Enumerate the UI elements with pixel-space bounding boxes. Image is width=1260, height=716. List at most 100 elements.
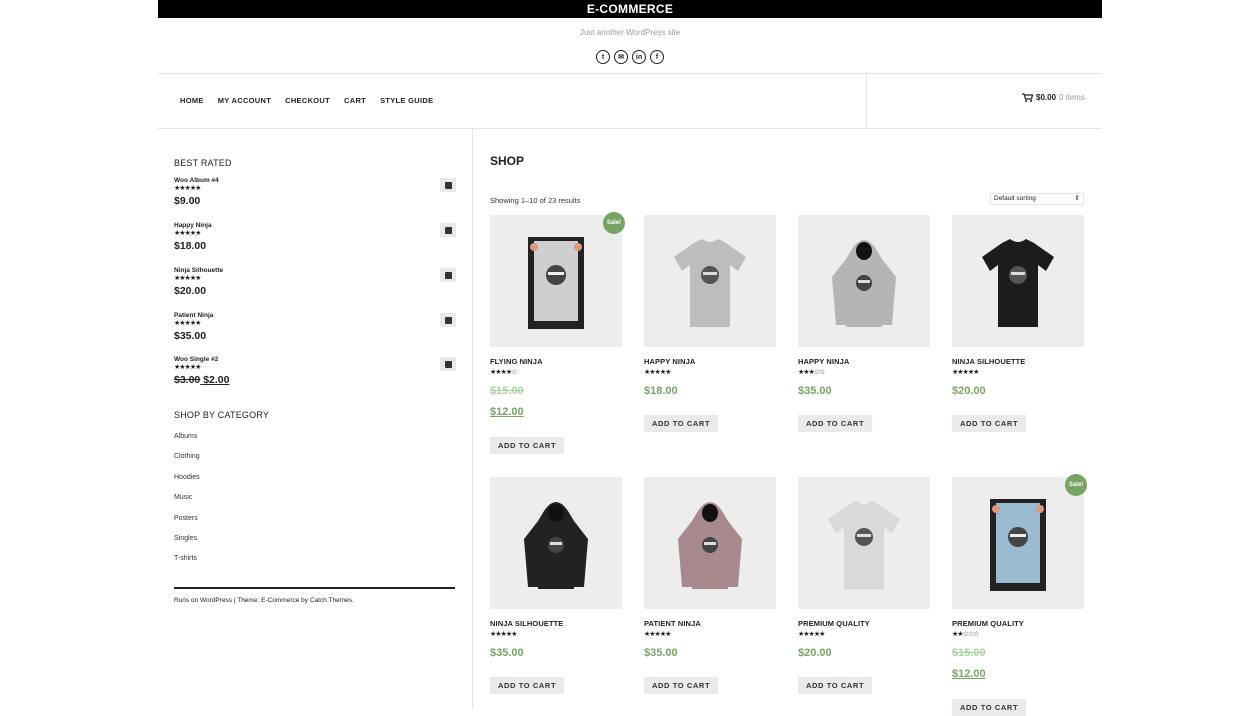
product-thumbnail[interactable]	[440, 223, 456, 237]
category-link[interactable]: Singles	[174, 535, 197, 542]
old-price: $15.00	[952, 647, 986, 659]
email-icon[interactable]: ✉	[614, 50, 628, 64]
product-image[interactable]	[952, 215, 1084, 347]
best-rated-item[interactable]: Ninja Silhouette ★★★★★ $20.00	[174, 267, 456, 307]
rating-stars: ★★★★★	[174, 320, 201, 327]
add-to-cart-button[interactable]: ADD TO CART	[798, 415, 873, 432]
shop-by-category-title: SHOP BY CATEGORY	[174, 410, 270, 420]
nav-item-cart[interactable]: CART	[344, 96, 366, 105]
best-rated-item[interactable]: Woo Single #2 ★★★★★ $3.00 $2.00	[174, 356, 456, 396]
sale-price: $2.00	[200, 374, 230, 386]
hoodie-image	[524, 502, 588, 589]
rating-stars: ★★★☆☆	[798, 369, 825, 376]
product-image[interactable]	[644, 215, 776, 347]
best-rated-price: $9.00	[174, 195, 201, 207]
product-name[interactable]: PREMIUM QUALITY	[952, 619, 1024, 628]
category-link[interactable]: Clothing	[174, 453, 200, 460]
tshirt-image	[674, 239, 746, 327]
best-rated-item[interactable]: Happy Ninja ★★★★★ $18.00	[174, 222, 456, 262]
site-title[interactable]: E-COMMERCE	[158, 0, 1102, 18]
main-nav: HOME MY ACCOUNT CHECKOUT CART STYLE GUID…	[180, 96, 433, 105]
product-image[interactable]	[490, 477, 622, 609]
sale-price: $12.00	[952, 668, 986, 680]
site-tagline: Just another WordPress site	[579, 28, 681, 37]
cart-icon	[1022, 93, 1033, 102]
product-name[interactable]: PREMIUM QUALITY	[798, 619, 870, 628]
add-to-cart-button[interactable]: ADD TO CART	[644, 677, 719, 694]
product-image[interactable]	[644, 477, 776, 609]
page: E-COMMERCE Just another WordPress site t…	[158, 0, 1102, 716]
product-name[interactable]: NINJA SILHOUETTE	[490, 619, 563, 628]
tshirt-image	[982, 239, 1054, 327]
best-rated-price: $35.00	[174, 330, 207, 342]
nav-item-home[interactable]: HOME	[180, 96, 204, 105]
product-name[interactable]: FLYING NINJA	[490, 357, 543, 366]
old-price: $15.00	[490, 385, 524, 397]
add-to-cart-button[interactable]: ADD TO CART	[798, 677, 873, 694]
best-rated-price: $3.00 $2.00	[174, 374, 229, 386]
add-to-cart-button[interactable]: ADD TO CART	[952, 415, 1027, 432]
category-link[interactable]: Music	[174, 494, 192, 501]
sorting-value: Default sorting	[994, 195, 1036, 202]
rating-stars: ★★★★★	[174, 275, 201, 282]
poster-image	[990, 499, 1046, 591]
best-rated-name[interactable]: Happy Ninja	[174, 222, 212, 229]
best-rated-name[interactable]: Woo Album #4	[174, 177, 219, 184]
product-thumbnail[interactable]	[440, 268, 456, 282]
nav-item-checkout[interactable]: CHECKOUT	[285, 96, 330, 105]
hoodie-image	[678, 502, 742, 589]
result-count: Showing 1–10 of 23 results	[490, 196, 581, 205]
facebook-icon[interactable]: f	[650, 50, 664, 64]
category-link[interactable]: T-shirts	[174, 555, 197, 562]
site-footer[interactable]: Runs on WordPress | Theme: E-Commerce by…	[174, 597, 354, 604]
best-rated-name[interactable]: Ninja Silhouette	[174, 267, 223, 274]
sale-price: $12.00	[490, 406, 524, 418]
nav-item-style-guide[interactable]: STYLE GUIDE	[380, 96, 433, 105]
add-to-cart-button[interactable]: ADD TO CART	[644, 415, 719, 432]
rating-stars: ★★★★★	[644, 369, 671, 376]
product-name[interactable]: PATIENT NINJA	[644, 619, 701, 628]
rating-stars: ★★★★★	[174, 364, 201, 371]
category-link[interactable]: Posters	[174, 515, 198, 522]
linkedin-icon[interactable]: in	[632, 50, 646, 64]
product-thumbnail[interactable]	[440, 313, 456, 327]
add-to-cart-button[interactable]: ADD TO CART	[490, 677, 565, 694]
product-image[interactable]	[490, 215, 622, 347]
nav-item-my-account[interactable]: MY ACCOUNT	[218, 96, 271, 105]
rating-stars: ★★★★☆	[490, 369, 517, 376]
best-rated-price: $18.00	[174, 240, 207, 252]
poster-image	[528, 237, 584, 329]
thumbnail-image	[444, 316, 452, 324]
product-name[interactable]: HAPPY NINJA	[644, 357, 695, 366]
rating-stars: ★★★★★	[490, 631, 517, 638]
twitter-icon[interactable]: t	[596, 50, 610, 64]
best-rated-name[interactable]: Patient Ninja	[174, 312, 213, 319]
product-thumbnail[interactable]	[440, 178, 456, 192]
product-price: $20.00	[952, 385, 986, 397]
social-links: t ✉ in f	[158, 50, 1102, 64]
product-image[interactable]	[952, 477, 1084, 609]
best-rated-title: BEST RATED	[174, 158, 232, 168]
product-name[interactable]: NINJA SILHOUETTE	[952, 357, 1025, 366]
best-rated-price: $20.00	[174, 285, 207, 297]
product-name[interactable]: HAPPY NINJA	[798, 357, 849, 366]
product-image[interactable]	[798, 477, 930, 609]
product-thumbnail[interactable]	[440, 357, 456, 371]
product-price: $35.00	[798, 385, 832, 397]
product-image[interactable]	[798, 215, 930, 347]
header-cart[interactable]: $0.00 0 items	[1022, 93, 1085, 102]
category-link[interactable]: Albums	[174, 433, 197, 440]
footer-divider	[174, 587, 455, 589]
rating-stars: ★★★★★	[798, 631, 825, 638]
nav-divider	[866, 74, 867, 128]
cart-amount: $0.00	[1036, 93, 1057, 102]
sidebar-divider	[472, 129, 473, 708]
best-rated-name[interactable]: Woo Single #2	[174, 356, 218, 363]
sorting-select[interactable]: Default sorting ⇕	[990, 193, 1084, 205]
add-to-cart-button[interactable]: ADD TO CART	[490, 437, 565, 454]
sale-badge: Sale!	[1065, 474, 1087, 496]
best-rated-item[interactable]: Patient Ninja ★★★★★ $35.00	[174, 312, 456, 352]
thumbnail-image	[444, 181, 452, 189]
category-link[interactable]: Hoodies	[174, 474, 200, 481]
best-rated-item[interactable]: Woo Album #4 ★★★★★ $9.00	[174, 177, 456, 217]
